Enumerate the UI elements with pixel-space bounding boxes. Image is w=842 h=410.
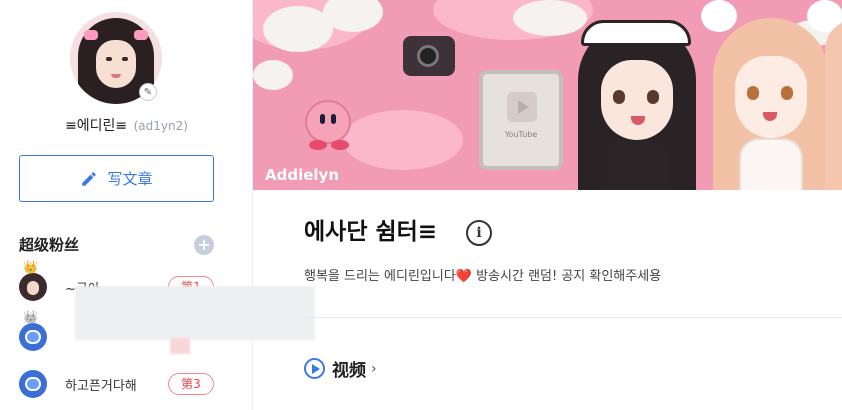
divider (304, 317, 842, 318)
banner-name: Addielyn (265, 166, 339, 184)
channel-banner: YouTube Addielyn (253, 0, 842, 190)
fan-name: 하고픈거다해 (65, 378, 137, 394)
page: ✎ ≡에디린≡ (ad1yn2) 写文章 超级粉丝 + 👑 ~구아~ 第1 👑 (0, 0, 842, 410)
super-fans-title: 超级粉丝 (19, 236, 80, 254)
rank-badge: 第3 (168, 373, 214, 395)
avatar-edit-icon[interactable]: ✎ (139, 83, 157, 101)
play-circle-icon (304, 358, 325, 379)
video-section-label: 视频 (332, 361, 366, 381)
super-fans-add-button[interactable]: + (194, 235, 214, 255)
privacy-blur (75, 286, 315, 340)
channel-title: 에사단 쉼터≡ (304, 219, 438, 245)
fan-avatar (19, 323, 47, 351)
privacy-blur (170, 338, 190, 354)
pencil-icon (82, 171, 97, 186)
camera-icon (403, 36, 455, 76)
user-handle: (ad1yn2) (133, 119, 188, 133)
write-article-label: 写文章 (107, 170, 153, 188)
chevron-right-icon: › (371, 360, 377, 377)
plaque-text: YouTube (504, 130, 538, 139)
kirby-illustration (305, 100, 351, 150)
info-icon[interactable]: i (466, 220, 492, 246)
youtube-plaque: YouTube (479, 70, 563, 170)
fan-row[interactable]: 하고픈거다해 第3 (19, 367, 219, 401)
gold-crown-icon: 👑 (23, 260, 38, 274)
video-section-link[interactable]: 视频 › (304, 356, 377, 381)
fan-avatar (19, 370, 47, 398)
fan-avatar (19, 273, 47, 301)
profile-sidebar: ✎ ≡에디린≡ (ad1yn2) 写文章 超级粉丝 + 👑 ~구아~ 第1 👑 (0, 0, 253, 410)
channel-description: 행복을 드리는 에디린입니다❤️ 방송시간 랜덤! 공지 확인해주세용 (304, 269, 662, 284)
write-article-button[interactable]: 写文章 (19, 155, 214, 202)
display-name: ≡에디린≡ (65, 118, 128, 134)
silver-crown-icon: 👑 (23, 310, 38, 324)
username: ≡에디린≡ (ad1yn2) (0, 115, 253, 135)
